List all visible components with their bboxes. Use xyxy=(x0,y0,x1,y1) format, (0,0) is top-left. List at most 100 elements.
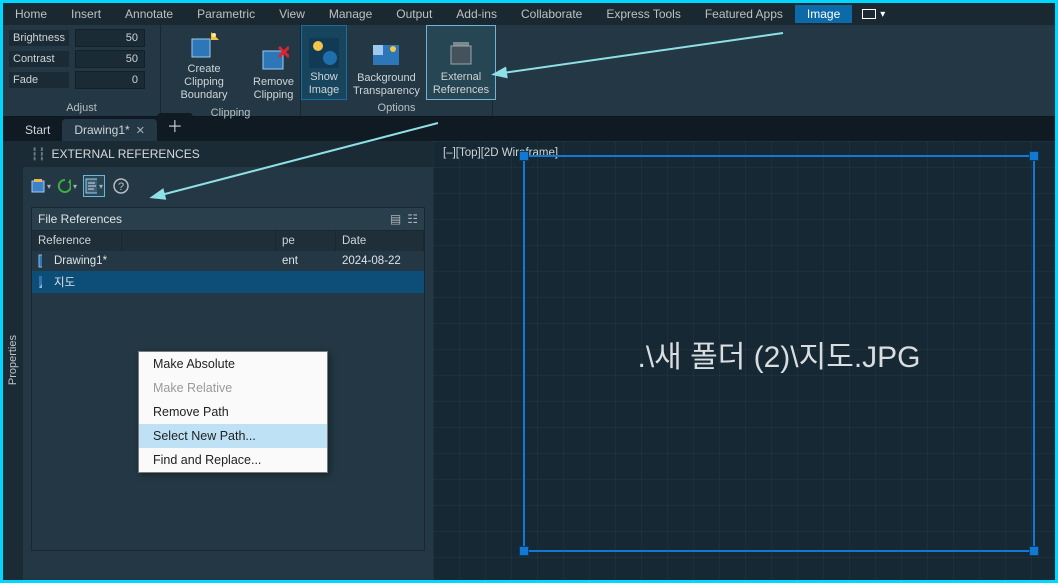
tab-home[interactable]: Home xyxy=(3,5,59,23)
show-image-icon xyxy=(308,37,340,69)
palette-title-text: EXTERNAL REFERENCES xyxy=(51,147,199,161)
image-selection-frame[interactable]: .\새 폴더 (2)\지도.JPG xyxy=(523,155,1035,552)
palette-toolbar: ▾ ▾ ▾ ? xyxy=(23,167,433,201)
menu-make-absolute[interactable]: Make Absolute xyxy=(139,352,327,376)
change-path-dropdown[interactable]: ▾ xyxy=(83,175,105,197)
fade-value[interactable]: 0 xyxy=(75,71,145,89)
tab-output[interactable]: Output xyxy=(384,5,444,23)
menu-find-replace[interactable]: Find and Replace... xyxy=(139,448,327,472)
file-references-title: File References xyxy=(38,212,122,226)
panel-adjust-label: Adjust xyxy=(3,100,160,116)
tab-express-tools[interactable]: Express Tools xyxy=(594,5,692,23)
remove-clipping-l1: Remove xyxy=(253,76,294,89)
panel-options: Show Image Background Transparency Exter… xyxy=(301,25,493,116)
ext-ref-l1: External xyxy=(441,71,481,84)
plus-icon: ＋ xyxy=(167,113,183,137)
menu-select-new-path[interactable]: Select New Path... xyxy=(139,424,327,448)
image-path-text: .\새 폴더 (2)\지도.JPG xyxy=(637,332,920,376)
brightness-row: Brightness 50 xyxy=(9,29,145,47)
overflow-box-icon xyxy=(862,9,876,19)
palette-title-bar[interactable]: ┇┇ EXTERNAL REFERENCES xyxy=(23,141,433,167)
ribbon-body: Brightness 50 Contrast 50 Fade 0 Adjust xyxy=(3,25,1055,117)
tab-featured-apps[interactable]: Featured Apps xyxy=(693,5,795,23)
col-type[interactable]: pe xyxy=(276,231,336,251)
contrast-value[interactable]: 50 xyxy=(75,50,145,68)
ribbon-overflow[interactable]: ▾ xyxy=(852,9,895,20)
file-references-header[interactable]: File References ▤ ☷ xyxy=(31,207,425,231)
bg-trans-l2: Transparency xyxy=(353,85,420,98)
col-date[interactable]: Date xyxy=(336,231,424,251)
create-clipping-boundary-button[interactable]: Create Clipping Boundary xyxy=(161,25,247,105)
bg-transparency-icon xyxy=(370,38,402,70)
close-icon[interactable]: ✕ xyxy=(136,124,145,137)
fade-row: Fade 0 xyxy=(9,71,145,89)
tab-parametric[interactable]: Parametric xyxy=(185,5,267,23)
menu-remove-path[interactable]: Remove Path xyxy=(139,400,327,424)
document-tab-strip: Start Drawing1* ✕ ＋ xyxy=(3,117,1055,141)
panel-options-label: Options xyxy=(301,100,492,116)
row-name: Drawing1* xyxy=(48,252,118,270)
doc-tab-drawing1[interactable]: Drawing1* ✕ xyxy=(62,119,157,141)
chevron-down-icon: ▾ xyxy=(99,182,103,191)
content-area: Properties ┇┇ EXTERNAL REFERENCES ▾ ▾ ▾ … xyxy=(3,141,1055,580)
panel-adjust: Brightness 50 Contrast 50 Fade 0 Adjust xyxy=(3,25,161,116)
attach-dropdown[interactable]: ▾ xyxy=(31,176,51,196)
new-doc-button[interactable]: ＋ xyxy=(157,113,193,141)
remove-clipping-button[interactable]: Remove Clipping xyxy=(247,25,300,105)
ribbon-tab-strip: Home Insert Annotate Parametric View Man… xyxy=(3,3,1055,25)
grip-top-left[interactable] xyxy=(519,151,529,161)
create-clipping-l1: Create Clipping xyxy=(167,63,241,89)
grip-bottom-left[interactable] xyxy=(519,546,529,556)
row-date: 2024-08-22 xyxy=(336,252,424,270)
show-image-l1: Show xyxy=(310,71,338,84)
remove-clipping-l2: Clipping xyxy=(254,89,294,102)
external-references-palette: ┇┇ EXTERNAL REFERENCES ▾ ▾ ▾ ? File Refe… xyxy=(23,141,433,580)
background-transparency-button[interactable]: Background Transparency xyxy=(347,25,426,100)
show-image-l2: Image xyxy=(309,84,340,97)
brightness-label: Brightness xyxy=(9,30,69,46)
refresh-button[interactable]: ▾ xyxy=(57,176,77,196)
ext-ref-l2: References xyxy=(433,84,489,97)
path-context-menu: Make Absolute Make Relative Remove Path … xyxy=(138,351,328,473)
panel-clipping: Create Clipping Boundary Remove Clipping… xyxy=(161,25,301,116)
clipping-create-icon xyxy=(188,29,220,61)
tree-view-icon[interactable]: ☷ xyxy=(407,212,418,226)
menu-make-relative: Make Relative xyxy=(139,376,327,400)
help-button[interactable]: ? xyxy=(111,176,131,196)
tab-insert[interactable]: Insert xyxy=(59,5,113,23)
grip-top-right[interactable] xyxy=(1029,151,1039,161)
chevron-down-icon: ▾ xyxy=(880,9,885,20)
chevron-down-icon: ▾ xyxy=(47,182,51,191)
tab-image[interactable]: Image xyxy=(795,5,852,23)
properties-rail[interactable]: Properties xyxy=(3,141,23,580)
dwg-icon xyxy=(32,251,48,271)
doc-tab-drawing1-label: Drawing1* xyxy=(74,123,129,137)
list-view-icon[interactable]: ▤ xyxy=(390,212,401,226)
external-references-icon xyxy=(445,37,477,69)
brightness-value[interactable]: 50 xyxy=(75,29,145,47)
chevron-down-icon: ▾ xyxy=(73,182,77,191)
image-icon xyxy=(32,272,48,292)
svg-text:?: ? xyxy=(118,181,124,193)
table-row[interactable]: 지도 xyxy=(32,271,424,293)
tab-collaborate[interactable]: Collaborate xyxy=(509,5,594,23)
clipping-remove-icon xyxy=(258,42,290,74)
tab-manage[interactable]: Manage xyxy=(317,5,384,23)
show-image-button[interactable]: Show Image xyxy=(301,25,347,100)
drawing-viewport[interactable]: [–][Top][2D Wireframe] .\새 폴더 (2)\지도.JPG xyxy=(433,141,1055,580)
create-clipping-l2: Boundary xyxy=(180,89,227,102)
contrast-row: Contrast 50 xyxy=(9,50,145,68)
bg-trans-l1: Background xyxy=(357,72,416,85)
fade-label: Fade xyxy=(9,72,69,88)
col-reference[interactable]: Reference xyxy=(32,231,122,251)
row-type: ent xyxy=(276,252,336,270)
file-references-columns: Reference pe Date xyxy=(31,231,425,251)
tab-annotate[interactable]: Annotate xyxy=(113,5,185,23)
table-row[interactable]: Drawing1* ent 2024-08-22 xyxy=(32,251,424,271)
grip-bottom-right[interactable] xyxy=(1029,546,1039,556)
external-references-button[interactable]: External References xyxy=(426,25,496,100)
tab-addins[interactable]: Add-ins xyxy=(444,5,509,23)
tab-view[interactable]: View xyxy=(267,5,317,23)
properties-rail-label: Properties xyxy=(7,335,19,385)
doc-tab-start[interactable]: Start xyxy=(13,119,62,141)
